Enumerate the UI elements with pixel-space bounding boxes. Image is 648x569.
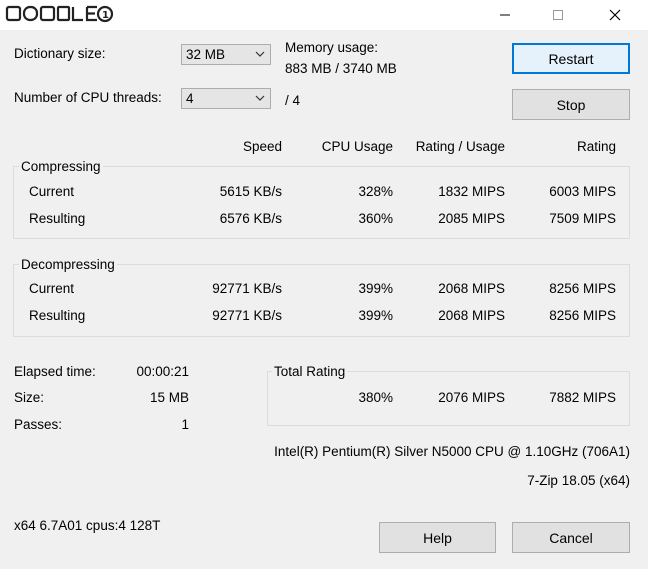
compressing-resulting-rating: 7509 MIPS <box>549 211 616 226</box>
cpu-threads-dropdown[interactable]: 4 <box>181 88 271 109</box>
dictionary-size-label: Dictionary size: <box>14 46 106 61</box>
header-rating: Rating <box>576 139 616 154</box>
chevron-down-icon <box>255 51 265 57</box>
compressing-resulting-rating-usage: 2085 MIPS <box>438 211 505 226</box>
arch-info: x64 6.7A01 cpus:4 128T <box>14 518 161 533</box>
decompressing-resulting-speed: 92771 KB/s <box>212 308 282 323</box>
total-rating-usage: 2076 MIPS <box>438 390 505 405</box>
cpu-threads-value: 4 <box>186 91 194 106</box>
cpu-threads-total: / 4 <box>285 93 301 108</box>
svg-text:1: 1 <box>102 10 109 21</box>
title-bar: 1 <box>0 0 648 30</box>
dictionary-size-value: 32 MB <box>186 47 226 62</box>
compressing-resulting-cpu: 360% <box>358 211 393 226</box>
maximize-button[interactable] <box>535 0 581 30</box>
mobile01-logo: 1 <box>5 5 114 23</box>
decompressing-current-label: Current <box>29 281 75 296</box>
stop-button[interactable]: Stop <box>512 89 630 120</box>
compressing-resulting-speed: 6576 KB/s <box>219 211 282 226</box>
total-rating-value: 7882 MIPS <box>549 390 616 405</box>
cancel-button[interactable]: Cancel <box>512 522 630 553</box>
passes-value: 1 <box>181 417 189 432</box>
compressing-title: Compressing <box>19 159 103 174</box>
compressing-current-rating-usage: 1832 MIPS <box>438 184 505 199</box>
passes-label: Passes: <box>14 417 63 432</box>
header-speed: Speed <box>242 139 282 154</box>
total-rating-cpu: 380% <box>358 390 393 405</box>
close-icon <box>609 9 621 21</box>
version-label: 7-Zip 18.05 (x64) <box>527 473 630 488</box>
decompressing-resulting-cpu: 399% <box>358 308 393 323</box>
compressing-current-rating: 6003 MIPS <box>549 184 616 199</box>
size-value: 15 MB <box>149 390 189 405</box>
memory-usage-value: 883 MB / 3740 MB <box>285 61 397 76</box>
compressing-current-cpu: 328% <box>358 184 393 199</box>
total-rating-title: Total Rating <box>272 364 348 379</box>
compressing-current-speed: 5615 KB/s <box>219 184 282 199</box>
restart-button[interactable]: Restart <box>512 43 630 74</box>
elapsed-time-label: Elapsed time: <box>14 364 96 379</box>
cpu-name: Intel(R) Pentium(R) Silver N5000 CPU @ 1… <box>274 444 630 459</box>
chevron-down-icon <box>255 95 265 101</box>
compressing-group <box>13 166 630 239</box>
dictionary-size-dropdown[interactable]: 32 MB <box>181 44 271 65</box>
decompressing-resulting-rating-usage: 2068 MIPS <box>438 308 505 323</box>
compressing-resulting-label: Resulting <box>29 211 86 226</box>
close-button[interactable] <box>592 0 638 30</box>
decompressing-current-cpu: 399% <box>358 281 393 296</box>
decompressing-title: Decompressing <box>19 257 117 272</box>
decompressing-resulting-label: Resulting <box>29 308 86 323</box>
decompressing-current-rating-usage: 2068 MIPS <box>438 281 505 296</box>
header-rating-usage: Rating / Usage <box>415 139 505 154</box>
decompressing-current-speed: 92771 KB/s <box>212 281 282 296</box>
compressing-current-label: Current <box>29 184 75 199</box>
help-button[interactable]: Help <box>379 522 496 553</box>
minimize-icon <box>500 14 510 16</box>
decompressing-resulting-rating: 8256 MIPS <box>549 308 616 323</box>
maximize-icon <box>553 10 563 20</box>
memory-usage-label: Memory usage: <box>285 40 379 55</box>
decompressing-group <box>13 264 630 337</box>
size-label: Size: <box>14 390 45 405</box>
cpu-threads-label: Number of CPU threads: <box>14 90 162 105</box>
minimize-button[interactable] <box>482 0 528 30</box>
header-cpu-usage: CPU Usage <box>321 139 393 154</box>
elapsed-time-value: 00:00:21 <box>136 364 189 379</box>
decompressing-current-rating: 8256 MIPS <box>549 281 616 296</box>
